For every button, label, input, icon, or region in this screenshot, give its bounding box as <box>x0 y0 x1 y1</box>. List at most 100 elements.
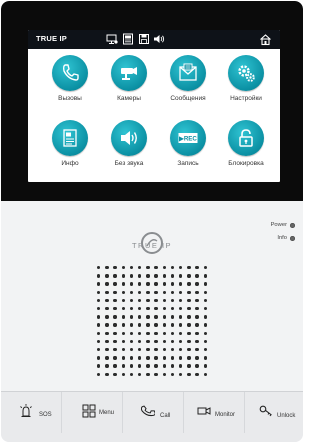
speaker-hole <box>129 339 134 344</box>
speaker-hole <box>179 356 183 360</box>
speaker-hole <box>97 282 101 286</box>
unlock-button[interactable]: Unlock <box>245 392 303 433</box>
speaker-hole <box>146 290 150 294</box>
speaker-hole <box>146 266 150 270</box>
speaker-hole <box>170 356 175 360</box>
speaker-hole <box>121 274 125 278</box>
tile-info[interactable]: Инфо <box>42 120 98 180</box>
speaker-hole <box>170 307 175 311</box>
speaker-hole <box>121 372 125 376</box>
tile-info-label: Инфо <box>61 160 79 167</box>
speaker-hole <box>170 372 175 376</box>
speaker-hole <box>129 274 134 278</box>
speaker-hole <box>146 348 150 352</box>
tile-record[interactable]: ▶REC Запись <box>160 120 216 180</box>
tile-messages-label: Сообщения <box>170 95 206 102</box>
speaker-hole <box>203 274 207 278</box>
speaker-hole <box>187 290 191 294</box>
speaker-hole <box>146 339 150 344</box>
speaker-hole <box>105 315 109 319</box>
speaker-hole <box>179 372 183 376</box>
speaker-hole <box>195 282 199 286</box>
tile-calls[interactable]: Вызовы <box>42 55 98 115</box>
speaker-hole <box>203 315 207 319</box>
monitor-icon[interactable] <box>106 33 118 45</box>
speaker-hole <box>138 356 142 360</box>
speaker-hole <box>170 274 175 278</box>
speaker-hole <box>154 356 158 360</box>
speaker-hole <box>146 331 150 335</box>
speaker-hole <box>179 348 183 352</box>
speaker-hole <box>121 290 125 294</box>
speaker-hole <box>105 323 109 327</box>
tile-cameras[interactable]: Камеры <box>101 55 157 115</box>
speaker-hole <box>154 282 158 286</box>
call-label: Call <box>160 413 171 419</box>
speaker-hole <box>195 339 199 344</box>
speaker-hole <box>121 282 125 286</box>
monitor-label: Monitor <box>215 412 236 418</box>
speaker-hole <box>146 282 150 286</box>
volume-icon[interactable] <box>153 33 165 45</box>
speaker-hole <box>113 266 117 270</box>
intercom-icon[interactable] <box>122 33 134 45</box>
speaker-hole <box>154 266 158 270</box>
speaker-hole <box>187 331 191 335</box>
sos-button[interactable]: SOS <box>1 392 62 433</box>
speaker-hole <box>146 372 150 376</box>
speaker-hole <box>203 323 207 327</box>
speaker-hole <box>187 364 191 368</box>
speaker-hole <box>179 282 183 286</box>
speaker-hole <box>105 274 109 278</box>
screen-bezel: TRUE IP Вызовы Камеры Сообщения Настройк… <box>1 1 303 201</box>
speaker-hole <box>203 348 207 352</box>
speaker-hole <box>97 331 101 335</box>
speaker-hole <box>203 331 207 335</box>
speaker-hole <box>203 298 207 303</box>
speaker-hole <box>179 323 183 327</box>
speaker-hole <box>121 298 125 303</box>
speaker-hole <box>105 348 109 352</box>
call-button[interactable]: Call <box>123 392 184 433</box>
speaker-hole <box>105 339 109 344</box>
speaker-hole <box>97 372 101 376</box>
speaker-hole <box>129 372 134 376</box>
save-icon[interactable] <box>138 33 150 45</box>
info-led <box>290 236 295 241</box>
speaker-hole <box>179 331 183 335</box>
speaker-hole <box>162 356 166 360</box>
speaker-hole <box>146 315 150 319</box>
tile-lock[interactable]: Блокировка <box>218 120 274 180</box>
speaker-hole <box>105 298 109 303</box>
speaker-hole <box>121 323 125 327</box>
speaker-hole <box>138 307 142 311</box>
menu-button[interactable]: Menu <box>62 392 123 433</box>
speaker-hole <box>162 372 166 376</box>
speaker-hole <box>187 372 191 376</box>
speaker-hole <box>113 290 117 294</box>
speaker-hole <box>162 307 166 311</box>
monitor-button[interactable]: Monitor <box>184 392 245 433</box>
tile-messages[interactable]: Сообщения <box>160 55 216 115</box>
phone-icon <box>52 55 88 91</box>
speaker-hole <box>187 315 191 319</box>
speaker-hole <box>121 315 125 319</box>
tile-mute[interactable]: Без звука <box>101 120 157 180</box>
speaker-hole <box>162 331 166 335</box>
home-icon[interactable] <box>259 33 272 46</box>
speaker-hole <box>203 307 207 311</box>
speaker-hole <box>97 348 101 352</box>
tile-settings[interactable]: Настройки <box>218 55 274 115</box>
speaker-hole <box>195 356 199 360</box>
speaker-hole <box>105 372 109 376</box>
info-doc-icon <box>52 120 88 156</box>
info-label: Info <box>277 235 287 241</box>
speaker-hole <box>113 372 117 376</box>
record-badge: ▶REC <box>178 136 197 143</box>
speaker-hole <box>121 266 125 270</box>
status-bar: TRUE IP <box>28 30 280 49</box>
speaker-hole <box>162 339 166 344</box>
speaker-hole <box>97 298 101 303</box>
speaker-hole <box>195 364 199 368</box>
speaker-hole <box>195 323 199 327</box>
